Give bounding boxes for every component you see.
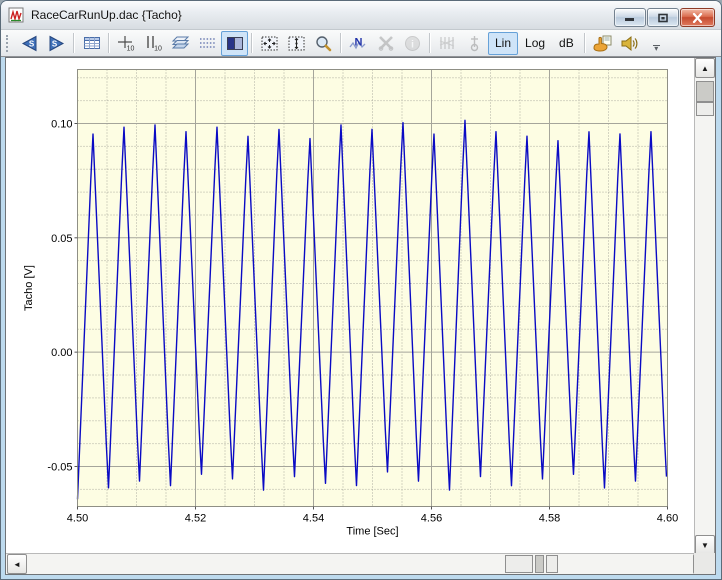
x-tick-label: 4.56	[421, 513, 442, 525]
x10-crosshair-cursor-button[interactable]: 10	[113, 31, 140, 56]
toolbar-separator	[73, 33, 75, 53]
toolbar-separator	[340, 33, 342, 53]
next-section-button[interactable]: S	[43, 31, 70, 56]
magnifier-icon	[314, 35, 333, 52]
y-tick-label: 0.10	[51, 118, 72, 130]
svg-text:N: N	[355, 36, 363, 48]
zoom-out-selection-button[interactable]	[283, 31, 310, 56]
svg-text:i: i	[411, 39, 414, 50]
chevron-down-icon: ▾	[654, 44, 658, 53]
previous-section-icon: S	[20, 35, 39, 52]
speaker-icon	[620, 35, 639, 52]
restore-icon	[657, 13, 669, 23]
scale-db-button[interactable]: dB	[552, 32, 581, 55]
data-table-icon	[83, 35, 101, 51]
vertical-scroll-thumb-handle[interactable]	[696, 102, 714, 116]
app-icon	[8, 7, 25, 23]
toolbar-grip[interactable]	[6, 35, 11, 52]
scroll-down-button[interactable]: ▼	[695, 535, 715, 555]
y-tick-label: -0.05	[47, 461, 72, 473]
zoom-out-selection-icon	[287, 35, 306, 52]
cut-icon	[377, 35, 395, 51]
scroll-up-icon: ▲	[701, 64, 709, 73]
toolbar-separator	[584, 33, 586, 53]
close-button[interactable]	[680, 8, 715, 27]
scroll-left-button[interactable]: ◄	[7, 554, 27, 574]
send-to-button[interactable]	[589, 31, 616, 56]
scrollbar-corner	[694, 553, 715, 574]
edit-waveform-icon: N	[349, 35, 368, 52]
send-hand-icon	[592, 35, 612, 52]
x10-vertical-cursor-icon: 10	[144, 35, 163, 52]
x-tick-label: 4.60	[657, 513, 678, 525]
overlay-plots-icon	[171, 35, 190, 51]
next-section-icon: S	[47, 35, 66, 52]
restore-button[interactable]	[647, 8, 679, 27]
vertical-scrollbar[interactable]: ▲ ▼	[694, 58, 715, 555]
close-icon	[692, 13, 703, 23]
toolbar-separator	[251, 33, 253, 53]
dotted-grid-icon	[199, 36, 217, 50]
svg-text:S: S	[52, 39, 58, 48]
scale-lin-button[interactable]: Lin	[488, 32, 518, 55]
x10-crosshair-icon: 10	[117, 35, 136, 52]
svg-text:10: 10	[154, 45, 162, 52]
previous-section-button[interactable]: S	[16, 31, 43, 56]
info-icon: i	[404, 35, 421, 52]
svg-text:10: 10	[127, 45, 135, 52]
toolbar: S S 10	[1, 30, 721, 57]
x-tick-label: 4.52	[185, 513, 206, 525]
overlay-plots-button[interactable]	[167, 31, 194, 56]
scroll-down-icon: ▼	[701, 541, 709, 550]
single-pane-view-button[interactable]	[221, 31, 248, 56]
data-table-button[interactable]	[78, 31, 105, 56]
zoom-in-selection-button[interactable]	[256, 31, 283, 56]
scale-log-button[interactable]: Log	[518, 32, 552, 55]
edit-waveform-button[interactable]: N	[345, 31, 372, 56]
toolbar-separator	[108, 33, 110, 53]
x-tick-label: 4.50	[67, 513, 88, 525]
toolbar-separator	[429, 33, 431, 53]
y-tick-label: 0.00	[51, 347, 72, 359]
y-tick-label: 0.05	[51, 233, 72, 245]
toolbar-overflow-button[interactable]: ▾	[653, 45, 660, 51]
anchor-cursor-button[interactable]	[461, 31, 488, 56]
audio-replay-button[interactable]	[616, 31, 643, 56]
minimize-icon	[624, 13, 636, 22]
zoom-button[interactable]	[310, 31, 337, 56]
scroll-left-icon: ◄	[13, 560, 21, 569]
x-axis-title: Time [Sec]	[346, 526, 398, 538]
vertical-scroll-thumb[interactable]	[696, 81, 714, 102]
titlebar[interactable]: RaceCarRunUp.dac {Tacho}	[1, 1, 721, 30]
window-title: RaceCarRunUp.dac {Tacho}	[31, 8, 182, 22]
svg-text:S: S	[29, 39, 35, 48]
cut-button[interactable]	[372, 31, 399, 56]
harmonic-cursor-button[interactable]	[434, 31, 461, 56]
harmonic-cursor-icon	[438, 35, 457, 51]
tacho-waveform-plot[interactable]: 4.50 4.52 4.54 4.56 4.58 4.60 0.10 0.05 0.00 -0.0…	[6, 58, 694, 555]
plot-workspace: 4.50 4.52 4.54 4.56 4.58 4.60 0.10 0.05 0.00 -0.0…	[5, 57, 716, 575]
app-window: RaceCarRunUp.dac {Tacho} S S	[0, 0, 722, 580]
zoom-in-selection-icon	[260, 35, 279, 52]
scroll-up-button[interactable]: ▲	[695, 58, 715, 78]
x10-vertical-cursor-button[interactable]: 10	[140, 31, 167, 56]
dotted-grid-button[interactable]	[194, 31, 221, 56]
y-axis-title: Tacho [V]	[23, 265, 35, 311]
horizontal-scrollbar[interactable]: ◄ ►	[6, 553, 715, 574]
single-pane-view-icon	[226, 36, 244, 51]
anchor-cursor-icon	[466, 35, 483, 52]
horizontal-scroll-thumb-left-handle[interactable]	[505, 555, 533, 573]
minimize-button[interactable]	[614, 8, 646, 27]
x-tick-label: 4.54	[303, 513, 324, 525]
horizontal-scroll-thumb[interactable]	[535, 555, 544, 573]
info-button[interactable]: i	[399, 31, 426, 56]
horizontal-scroll-thumb-right-handle[interactable]	[546, 555, 558, 573]
x-tick-label: 4.58	[539, 513, 560, 525]
